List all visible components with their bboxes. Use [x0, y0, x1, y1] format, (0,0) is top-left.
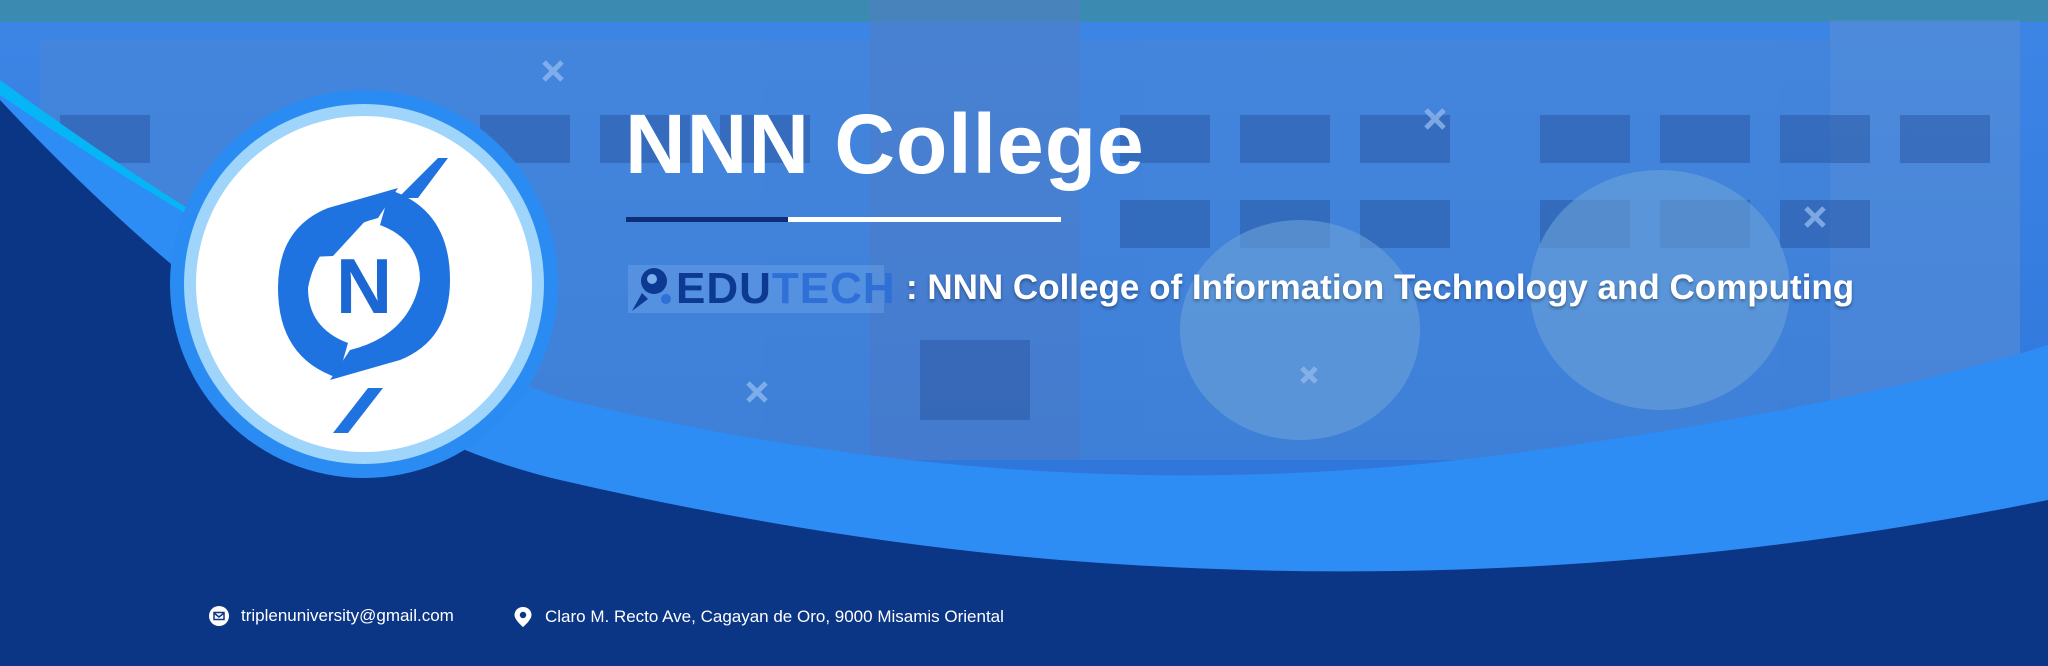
- address-text: Claro M. Recto Ave, Cagayan de Oro, 9000…: [545, 607, 1004, 626]
- college-logo-icon: N: [170, 90, 558, 478]
- college-subtitle: : NNN College of Information Technology …: [906, 268, 1855, 307]
- edutech-part1: EDU: [676, 264, 772, 313]
- mail-icon: [209, 606, 229, 626]
- email-text: triplenuniversity@gmail.com: [241, 606, 454, 625]
- page-title: NNN College: [625, 97, 1145, 191]
- location-pin-icon: [514, 607, 532, 627]
- contact-email[interactable]: triplenuniversity@gmail.com: [209, 606, 454, 626]
- divider-light: [788, 217, 1061, 222]
- edutech-wordmark: EDUTECH: [676, 267, 896, 311]
- edutech-part2: TECH: [771, 264, 896, 313]
- logo-letter: N: [336, 242, 392, 330]
- college-banner: N NNN College EDUTECH : NNN College of I…: [0, 0, 2048, 666]
- contact-address: Claro M. Recto Ave, Cagayan de Oro, 9000…: [513, 606, 1004, 628]
- divider-dark: [626, 217, 788, 222]
